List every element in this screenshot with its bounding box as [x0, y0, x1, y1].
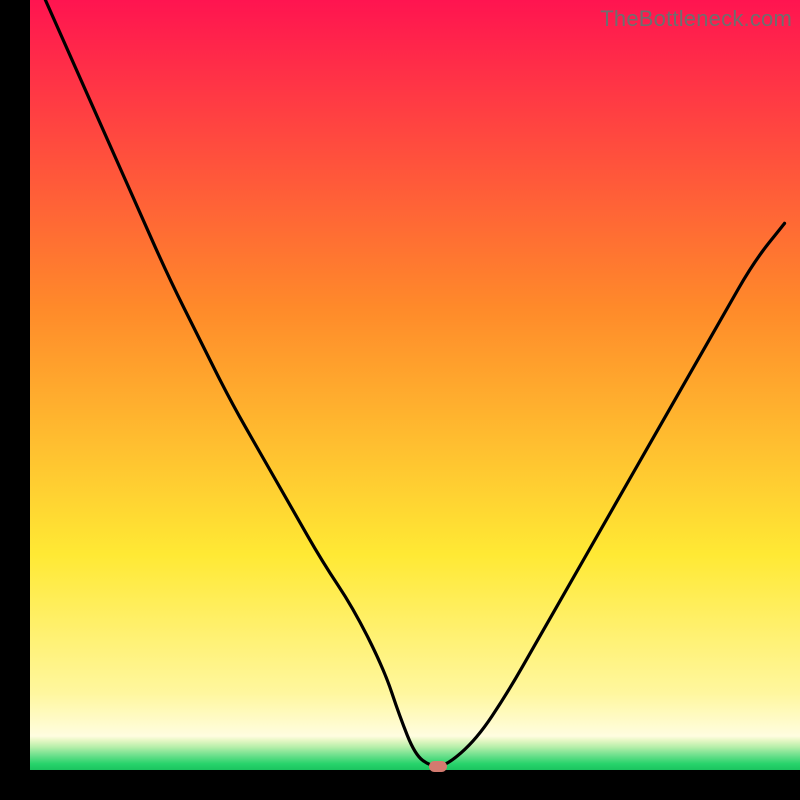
watermark-text: TheBottleneck.com [600, 6, 792, 32]
optimal-point-marker [429, 761, 447, 772]
chart-container: TheBottleneck.com [0, 0, 800, 800]
bottleneck-curve [30, 0, 800, 770]
plot-area [30, 0, 800, 770]
